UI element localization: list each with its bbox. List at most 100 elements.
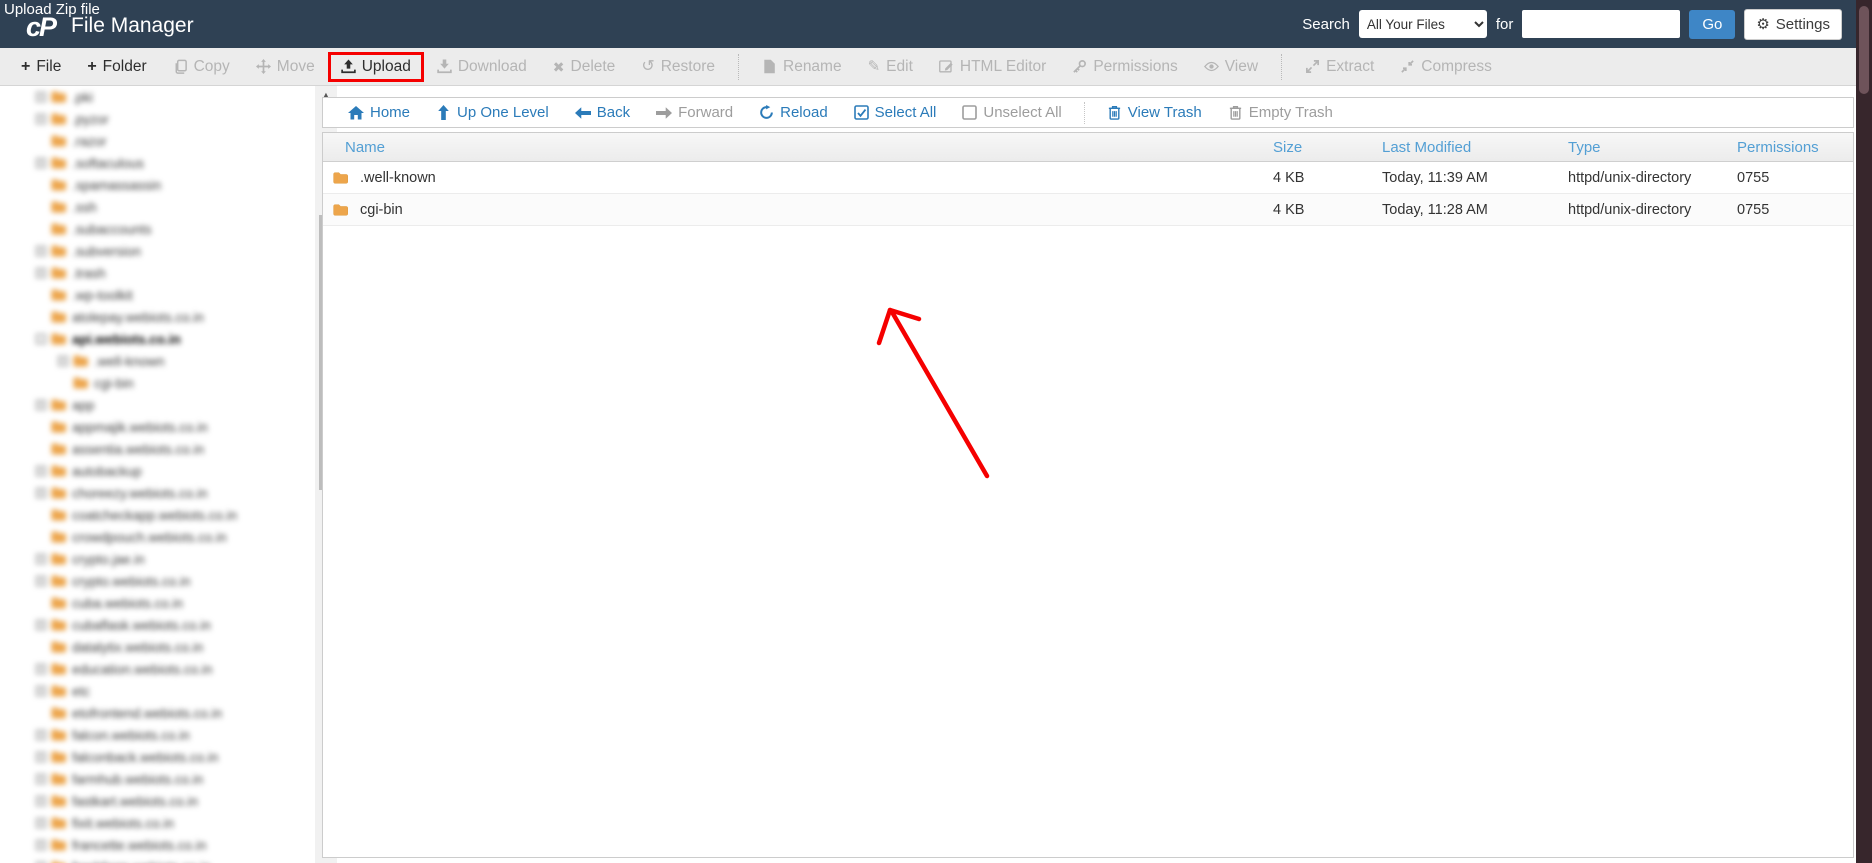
expand-toggle-icon[interactable]: + [36,400,46,410]
view-trash-button[interactable]: View Trash [1094,104,1215,121]
expand-toggle-icon[interactable]: + [36,664,46,674]
folder-button[interactable]: + Folder [74,52,159,82]
tree-item[interactable]: + .pki [0,86,315,108]
back-button[interactable]: Back [562,104,643,121]
tree-item[interactable]: + .pyzor [0,108,315,130]
file-last-modified: Today, 11:28 AM [1382,201,1488,218]
tree-item[interactable]: +freshfarm.webiots.co.in [0,856,315,863]
key-icon [1072,59,1087,74]
expand-toggle-icon[interactable]: + [36,686,46,696]
table-row[interactable]: cgi-bin 4 KB Today, 11:28 AM httpd/unix-dir… [323,194,1853,226]
table-row[interactable]: .well-known 4 KB Today, 11:39 AM httpd/unix… [323,162,1853,194]
tree-item[interactable]: + .well-known [0,350,315,372]
search-scope-select[interactable]: All Your Files [1358,10,1487,38]
tree-item[interactable]: coatcheckapp.webiots.co.in [0,504,315,526]
view-label: View [1224,57,1259,75]
tree-item[interactable]: + .softaculous [0,152,315,174]
tree-item-label: farmhub.webiots.co.in [72,771,204,787]
search-go-button[interactable]: Go [1689,9,1736,39]
folder-icon [51,288,67,302]
tree-item[interactable]: + autobackup [0,460,315,482]
tree-item[interactable]: + education.webiots.co.in [0,658,315,680]
file-manager-toolbar: + File + Folder Copy Move Upload Download ✖ Delet… [0,48,1856,86]
tree-item[interactable]: + crypto.webiots.co.in [0,570,315,592]
tree-item[interactable]: + farmhub.webiots.co.in [0,768,315,790]
file-button[interactable]: + File [8,52,74,82]
column-header-size[interactable]: Size [1273,139,1382,156]
eye-icon [1203,59,1219,74]
tree-item-label: .subaccounts [72,221,152,237]
app-header: cP File Manager Search All Your Files fo… [0,0,1856,48]
table-body: .well-known 4 KB Today, 11:39 AM httpd/unix… [323,162,1853,226]
tree-item[interactable]: + .subversion [0,240,315,262]
tree-item[interactable]: + francette.webiots.co.in [0,834,315,856]
search-bar: Search All Your Files for Go ⚙ Settings [1302,8,1842,40]
tree-item[interactable]: .razor [0,130,315,152]
expand-toggle-icon[interactable]: + [36,730,46,740]
tree-item[interactable]: .spamassassin [0,174,315,196]
folder-icon [51,596,67,610]
tree-item[interactable]: + fixit.webiots.co.in [0,812,315,834]
home-button[interactable]: Home [335,104,423,121]
tree-item[interactable]: + fastkart.webiots.co.in [0,790,315,812]
tree-item[interactable]: atolepay.webiots.co.in [0,306,315,328]
expand-toggle-icon[interactable]: + [36,92,46,102]
expand-toggle-icon[interactable]: + [36,752,46,762]
download-icon [437,59,452,74]
expand-toggle-icon[interactable]: + [36,466,46,476]
page-scrollbar-thumb[interactable] [1859,6,1869,94]
settings-button[interactable]: ⚙ Settings [1744,8,1842,40]
gear-icon: ⚙ [1756,16,1770,33]
collapse-toggle-icon[interactable]: - [36,334,46,344]
up-one-level-button[interactable]: Up One Level [423,104,562,121]
expand-toggle-icon[interactable]: + [36,620,46,630]
file-name[interactable]: cgi-bin [360,202,403,218]
tree-item[interactable]: cgi-bin [0,372,315,394]
tree-item[interactable]: datalytix.webiots.co.in [0,636,315,658]
tree-item[interactable]: + .trash [0,262,315,284]
tree-item[interactable]: + falcon.webiots.co.in [0,724,315,746]
copy-label: Copy [193,57,230,75]
file-type: httpd/unix-directory [1568,201,1692,218]
tree-item[interactable]: + etc [0,680,315,702]
tree-item[interactable]: .subaccounts [0,218,315,240]
expand-toggle-icon[interactable]: + [36,488,46,498]
tree-item[interactable]: crowdpouch.webiots.co.in [0,526,315,548]
search-input[interactable] [1522,10,1681,38]
tree-item[interactable]: assentia.webiots.co.in [0,438,315,460]
expand-toggle-icon[interactable]: + [36,114,46,124]
column-header-permissions[interactable]: Permissions [1737,139,1853,156]
column-header-name[interactable]: Name [323,139,1273,156]
tree-item[interactable]: + app [0,394,315,416]
expand-toggle-icon[interactable]: + [58,356,68,366]
tree-item[interactable]: - api.webiots.co.in [0,328,315,350]
tree-item[interactable]: cuba.webiots.co.in [0,592,315,614]
expand-toggle-icon[interactable]: + [36,246,46,256]
tree-item-label: api.webiots.co.in [72,331,181,347]
expand-toggle-icon[interactable]: + [36,840,46,850]
tree-item[interactable]: + cubaflask.webiots.co.in [0,614,315,636]
file-name[interactable]: .well-known [360,170,436,186]
tree-item[interactable]: + crypto.jae.in [0,548,315,570]
page-scrollbar[interactable] [1856,0,1872,863]
tree-item[interactable]: .wp-toolkit [0,284,315,306]
tree-item[interactable]: + choreezy.webiots.co.in [0,482,315,504]
tree-item[interactable]: appmajik.webiots.co.in [0,416,315,438]
tree-item[interactable]: etofrontend.webiots.co.in [0,702,315,724]
tree-item[interactable]: + falconback.webiots.co.in [0,746,315,768]
expand-toggle-icon[interactable]: + [36,818,46,828]
expand-toggle-icon[interactable]: + [36,158,46,168]
expand-toggle-icon[interactable]: + [36,554,46,564]
reload-button[interactable]: Reload [746,104,841,121]
upload-button[interactable]: Upload [327,51,424,82]
file-permissions: 0755 [1737,169,1770,186]
expand-toggle-icon[interactable]: + [36,774,46,784]
expand-toggle-icon[interactable]: + [36,268,46,278]
expand-toggle-icon[interactable]: + [36,796,46,806]
column-header-type[interactable]: Type [1568,139,1737,156]
expand-toggle-icon[interactable]: + [36,576,46,586]
column-header-last-modified[interactable]: Last Modified [1382,139,1568,156]
select-all-button[interactable]: Select All [841,104,950,121]
tree-item-label: falconback.webiots.co.in [72,749,219,765]
tree-item[interactable]: .ssh [0,196,315,218]
